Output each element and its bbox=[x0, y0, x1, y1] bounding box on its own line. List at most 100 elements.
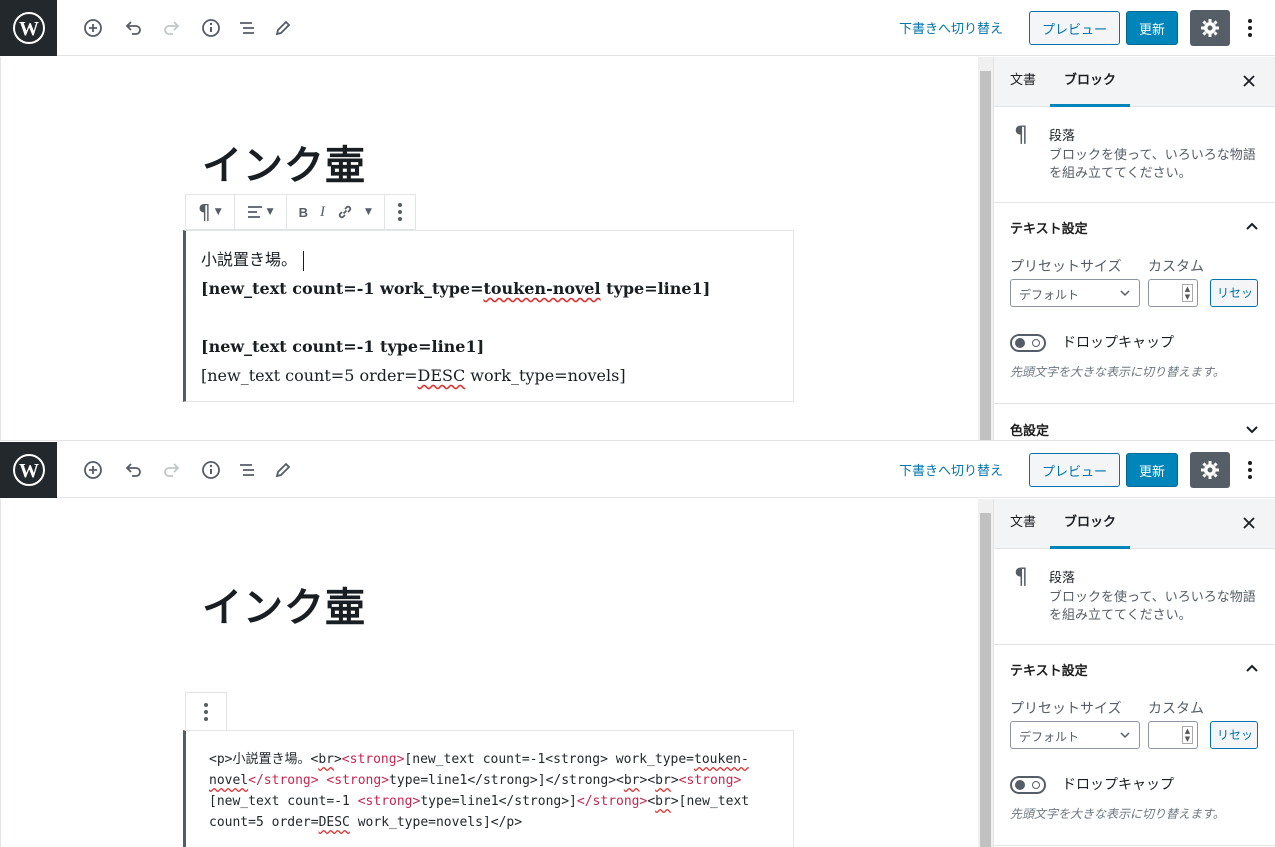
preset-size-select[interactable]: デフォルト bbox=[1010, 721, 1140, 749]
close-icon[interactable] bbox=[1239, 71, 1259, 91]
chevron-down-icon[interactable]: ▼ bbox=[359, 194, 378, 230]
html-line: [new_text count=-1 <strong>type=line1</s… bbox=[209, 791, 779, 812]
more-vertical-icon[interactable] bbox=[185, 692, 227, 730]
wordpress-logo-icon[interactable]: W bbox=[0, 442, 57, 498]
undo-icon[interactable] bbox=[119, 14, 147, 42]
post-title[interactable]: インク壷 bbox=[202, 575, 366, 633]
preset-size-label: プリセットサイズ bbox=[1010, 259, 1122, 275]
editor-scrollbar[interactable] bbox=[978, 57, 993, 440]
custom-size-input[interactable]: ▲ ▼ bbox=[1148, 721, 1198, 749]
drop-cap-help: 先頭文字を大きな表示に切り替えます。 bbox=[1010, 807, 1225, 821]
edit-icon[interactable] bbox=[269, 456, 297, 484]
editor-canvas: インク壷 <p>小説置き場。<br><strong>[new_text coun… bbox=[0, 499, 978, 847]
html-text: > bbox=[670, 773, 679, 788]
editor-canvas: インク壷 ¶ ▼ ▼ B I ▼ 小説置き場。 [new_text count=-… bbox=[0, 57, 978, 440]
misspelled-word: br bbox=[623, 773, 640, 788]
panel-title: テキスト設定 bbox=[1010, 222, 1088, 237]
post-title[interactable]: インク壷 bbox=[202, 133, 366, 191]
html-text: [new_text count=-1 bbox=[209, 794, 358, 809]
preview-button[interactable]: プレビュー bbox=[1029, 453, 1120, 487]
update-button[interactable]: 更新 bbox=[1126, 11, 1178, 45]
drop-cap-toggle[interactable] bbox=[1010, 776, 1046, 794]
html-text: < bbox=[647, 794, 656, 809]
preset-size-select[interactable]: デフォルト bbox=[1010, 279, 1140, 307]
paragraph-block[interactable]: 小説置き場。 [new_text count=-1 work_type=touk… bbox=[183, 230, 794, 402]
drop-cap-toggle[interactable] bbox=[1010, 334, 1046, 352]
html-line: <p>小説置き場。<br><strong>[new_text count=-1<… bbox=[209, 749, 779, 770]
text-settings-panel: テキスト設定 プリセットサイズ カスタム デフォルト ▲▼ リセット ドロップキ… bbox=[994, 645, 1275, 846]
update-button[interactable]: 更新 bbox=[1126, 453, 1178, 487]
tab-block[interactable]: ブロック bbox=[1050, 499, 1131, 549]
bold-icon[interactable]: B bbox=[293, 194, 314, 230]
outline-icon[interactable] bbox=[233, 456, 261, 484]
gear-icon[interactable] bbox=[1190, 452, 1230, 488]
block-settings-group bbox=[385, 195, 415, 229]
info-icon[interactable] bbox=[197, 14, 225, 42]
html-tag: <strong> bbox=[357, 794, 421, 809]
chevron-down-icon bbox=[1120, 290, 1130, 297]
paragraph-text: type=line1] bbox=[600, 279, 711, 298]
paragraph-line: 小説置き場。 bbox=[201, 245, 779, 274]
more-vertical-icon[interactable] bbox=[1238, 456, 1262, 484]
format-group: B I ▼ bbox=[287, 195, 385, 229]
preview-button[interactable]: プレビュー bbox=[1029, 11, 1120, 45]
scrollbar-thumb[interactable] bbox=[980, 71, 991, 440]
misspelled-word: DESC bbox=[417, 366, 466, 385]
svg-text:W: W bbox=[19, 460, 39, 482]
close-icon[interactable] bbox=[1239, 513, 1259, 533]
redo-icon[interactable] bbox=[158, 456, 186, 484]
chevron-up-icon bbox=[1246, 222, 1258, 230]
preset-size-label: プリセットサイズ bbox=[1010, 701, 1122, 717]
reset-button[interactable]: リセット bbox=[1210, 279, 1258, 307]
scrollbar-thumb[interactable] bbox=[980, 513, 991, 847]
editor-top-toolbar: W 下書きへ切り替え プレビュー 更新 bbox=[0, 0, 1275, 56]
switch-to-draft-link[interactable]: 下書きへ切り替え bbox=[899, 18, 1003, 37]
link-icon[interactable] bbox=[331, 194, 359, 230]
text-settings-toggle[interactable]: テキスト設定 bbox=[994, 203, 1275, 249]
block-name: 段落 bbox=[1049, 571, 1076, 586]
block-card: ¶ 段落 ブロックを使って、いろいろな物語を組み立ててください。 bbox=[994, 107, 1275, 203]
pilcrow-icon[interactable]: ¶ ▼ bbox=[192, 194, 228, 230]
editor-scrollbar[interactable] bbox=[978, 499, 993, 847]
more-vertical-icon[interactable] bbox=[1238, 14, 1262, 42]
html-text: > bbox=[333, 752, 342, 767]
switch-to-draft-link[interactable]: 下書きへ切り替え bbox=[899, 460, 1003, 479]
sidebar-tabs: 文書 ブロック bbox=[994, 57, 1275, 107]
pilcrow-icon: ¶ bbox=[1014, 565, 1028, 590]
spinner-icon[interactable]: ▲ ▼ bbox=[1182, 726, 1193, 744]
gear-icon[interactable] bbox=[1190, 10, 1230, 46]
italic-icon[interactable]: I bbox=[314, 194, 331, 230]
misspelled-word: br bbox=[318, 752, 334, 767]
paragraph-text: work_type=novels] bbox=[465, 366, 626, 385]
spinner-icon[interactable]: ▲ ▼ bbox=[1182, 284, 1193, 302]
redo-icon[interactable] bbox=[158, 14, 186, 42]
html-text: <p>小説置き場。< bbox=[209, 752, 319, 767]
html-edit-block[interactable]: <p>小説置き場。<br><strong>[new_text count=-1<… bbox=[183, 730, 794, 847]
edit-icon[interactable] bbox=[269, 14, 297, 42]
block-description: ブロックを使って、いろいろな物語を組み立ててください。 bbox=[1049, 148, 1256, 181]
add-block-icon[interactable] bbox=[79, 14, 107, 42]
custom-size-input[interactable]: ▲ ▼ bbox=[1148, 279, 1198, 307]
sidebar-tabs: 文書 ブロック bbox=[994, 499, 1275, 549]
tab-document[interactable]: 文書 bbox=[1010, 57, 1036, 107]
tab-document[interactable]: 文書 bbox=[1010, 499, 1036, 549]
misspelled-word: DESC bbox=[318, 815, 350, 830]
undo-icon[interactable] bbox=[119, 456, 147, 484]
html-line: count=5 order=DESC work_type=novels]</p> bbox=[209, 812, 779, 833]
color-settings-toggle[interactable]: 色設定 bbox=[994, 404, 1275, 440]
paragraph-text: 小説置き場。 bbox=[201, 250, 298, 269]
paragraph-text: [new_text count=-1 work_type= bbox=[201, 279, 484, 298]
info-icon[interactable] bbox=[197, 456, 225, 484]
align-left-icon[interactable]: ▼ bbox=[241, 194, 280, 230]
html-text: >< bbox=[639, 773, 656, 788]
misspelled-word: touken-novel bbox=[483, 279, 601, 298]
paragraph-blank-line bbox=[201, 303, 779, 332]
wordpress-logo-icon[interactable]: W bbox=[0, 0, 57, 56]
more-vertical-icon[interactable] bbox=[391, 194, 409, 230]
text-settings-toggle[interactable]: テキスト設定 bbox=[994, 645, 1275, 691]
reset-button[interactable]: リセット bbox=[1210, 721, 1258, 749]
tab-block[interactable]: ブロック bbox=[1050, 57, 1131, 107]
add-block-icon[interactable] bbox=[79, 456, 107, 484]
html-line: novel</strong> <strong>type=line1</stron… bbox=[209, 770, 779, 791]
outline-icon[interactable] bbox=[233, 14, 261, 42]
